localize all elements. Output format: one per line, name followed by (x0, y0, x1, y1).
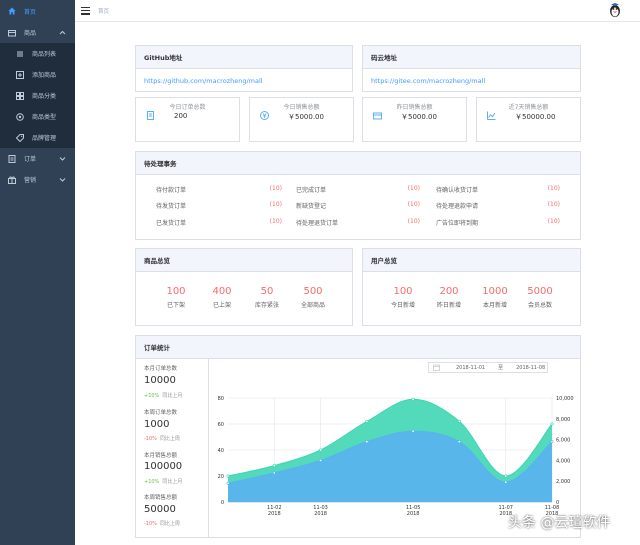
series-point-0 (457, 419, 461, 423)
y-tick-label-left: 0 (221, 500, 224, 506)
series-point-1 (365, 440, 369, 444)
y-tick-label-left: 40 (218, 448, 224, 454)
y-tick-label-left: 60 (218, 422, 224, 428)
series-point-0 (411, 397, 415, 401)
y-tick-label-right: 10,000 (556, 396, 574, 402)
y-tick-label-right: 4,000 (556, 458, 570, 464)
y-tick-label-right: 6,000 (556, 438, 570, 444)
series-point-1 (226, 481, 230, 485)
order-chart: 02040608002,0004,0006,0008,00010,00011-0… (218, 396, 574, 517)
x-tick-year: 2018 (314, 511, 327, 517)
series-point-1 (457, 440, 461, 444)
y-tick-label-left: 20 (218, 474, 224, 480)
y-tick-label-left: 80 (218, 396, 224, 402)
series-point-0 (226, 474, 230, 478)
y-tick-label-right: 8,000 (556, 417, 570, 423)
series-point-1 (411, 429, 415, 433)
series-point-1 (550, 440, 554, 444)
y-tick-label-right: 2,000 (556, 479, 570, 485)
x-tick-year: 2018 (407, 511, 420, 517)
series-point-0 (319, 448, 323, 452)
series-point-1 (319, 458, 323, 462)
series-point-0 (272, 464, 276, 468)
series-point-1 (504, 480, 508, 484)
series-point-1 (272, 471, 276, 475)
series-point-0 (504, 474, 508, 478)
series-point-0 (365, 419, 369, 423)
x-tick-year: 2018 (268, 511, 281, 517)
watermark-text: 头条 @云瑄软件 (508, 515, 611, 531)
series-point-0 (550, 422, 554, 426)
